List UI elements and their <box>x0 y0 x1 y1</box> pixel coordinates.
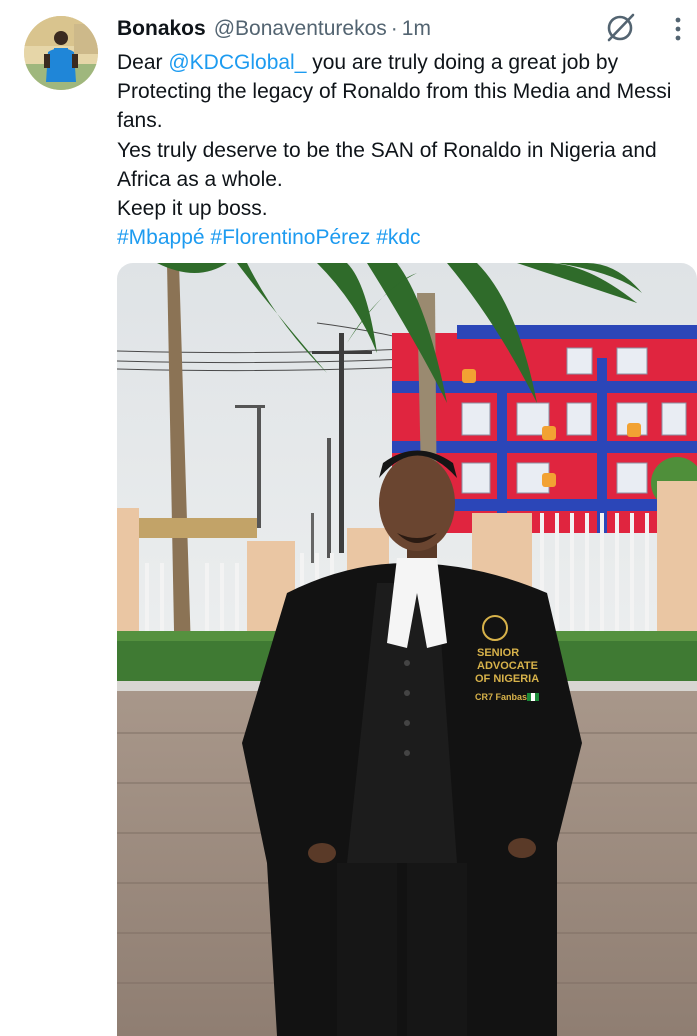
badge-text-1: SENIOR <box>477 647 519 659</box>
time-separator: · <box>390 17 398 40</box>
flag-stripe <box>531 693 535 701</box>
text-prefix: Dear <box>117 51 169 74</box>
badge-text-4: CR7 Fanbase <box>475 692 532 702</box>
avatar-image <box>24 16 98 90</box>
avatar[interactable] <box>24 16 98 90</box>
timestamp[interactable]: 1m <box>402 17 431 41</box>
author-handle[interactable]: @Bonaventurekos <box>214 17 387 41</box>
flag-stripe <box>527 693 531 701</box>
badge-text-3: OF NIGERIA <box>475 673 539 685</box>
tweet-line-2: Yes truly deserve to be the SAN of Ronal… <box>117 138 657 191</box>
tweet-photo[interactable]: SENIOR ADVOCATE OF NIGERIA CR7 Fanbase <box>117 263 697 1036</box>
flag-stripe <box>535 693 539 701</box>
photo-illustration: SENIOR ADVOCATE OF NIGERIA CR7 Fanbase <box>117 263 697 1036</box>
tweet-header: Bonakos @Bonaventurekos · 1m <box>117 14 431 44</box>
grok-icon[interactable] <box>604 10 638 44</box>
tweet-line-1: Dear @KDCGlobal_ you are truly doing a g… <box>117 48 695 136</box>
hashtag-link[interactable]: #FlorentinoPérez <box>210 226 370 249</box>
mention-link[interactable]: @KDCGlobal_ <box>168 51 306 74</box>
author-name[interactable]: Bonakos <box>117 17 206 41</box>
hashtag-line: #Mbappé #FlorentinoPérez #kdc <box>117 223 695 252</box>
badge-text-2: ADVOCATE <box>477 660 538 672</box>
tweet-text: Dear @KDCGlobal_ you are truly doing a g… <box>117 48 695 252</box>
hashtag-link[interactable]: #kdc <box>376 226 420 249</box>
tweet-line-3: Keep it up boss. <box>117 197 268 221</box>
hashtag-link[interactable]: #Mbappé <box>117 226 205 249</box>
more-options-icon[interactable] <box>666 14 690 44</box>
